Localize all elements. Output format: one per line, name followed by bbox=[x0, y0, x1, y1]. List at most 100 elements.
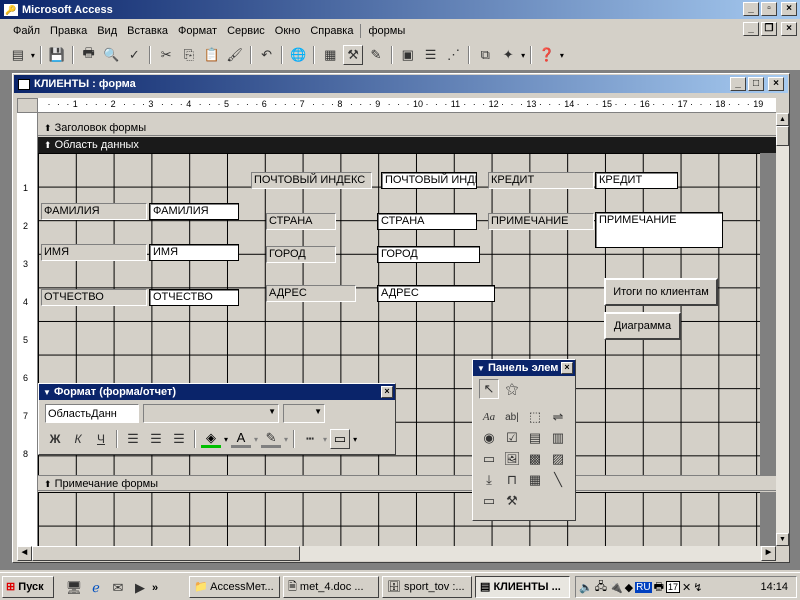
fill-color-icon[interactable]: ◈ bbox=[201, 430, 221, 448]
media-player-icon[interactable]: ▶ bbox=[130, 578, 150, 598]
scroll-right-button[interactable]: ▶ bbox=[761, 546, 776, 561]
tab-control-icon[interactable]: ⊓ bbox=[502, 470, 522, 490]
rectangle-tool-icon[interactable]: ▭ bbox=[479, 491, 499, 511]
patronymic-field[interactable]: ОТЧЕСТВО bbox=[149, 289, 239, 306]
hscroll-thumb[interactable] bbox=[32, 546, 300, 561]
toolbox-close-button[interactable]: × bbox=[561, 362, 573, 374]
command-button-icon[interactable]: ▭ bbox=[479, 449, 499, 469]
text-box-tool-icon[interactable]: ab| bbox=[502, 407, 522, 427]
task-klienty[interactable]: ▤ КЛИЕНТЫ ... bbox=[475, 576, 570, 598]
surname-field[interactable]: ФАМИЛИЯ bbox=[149, 203, 239, 220]
font-color-icon[interactable]: A bbox=[231, 430, 252, 448]
address-field[interactable]: АДРЕС bbox=[377, 285, 495, 302]
form-minimize-button[interactable]: _ bbox=[730, 77, 746, 91]
task-accessmet[interactable]: 📁 AccessМет... bbox=[189, 576, 280, 598]
doc-minimize-button[interactable]: _ bbox=[743, 22, 759, 36]
label-tool-icon[interactable]: Aa bbox=[479, 407, 499, 427]
field-list-icon[interactable]: ▦ bbox=[320, 45, 340, 65]
option-group-icon[interactable]: ⬚ bbox=[525, 407, 545, 427]
horizontal-scrollbar[interactable]: ◀ ▶ bbox=[17, 546, 776, 561]
print-icon[interactable]: 🖶 bbox=[79, 45, 99, 65]
control-wizards-icon[interactable]: ⚝ bbox=[502, 379, 522, 399]
connection-icon[interactable]: 🔌 bbox=[609, 581, 623, 594]
menu-format[interactable]: Формат bbox=[173, 21, 222, 41]
doc-close-button[interactable]: × bbox=[781, 22, 797, 36]
credit-label[interactable]: КРЕДИТ bbox=[488, 172, 594, 189]
menu-help[interactable]: Справка bbox=[305, 21, 358, 41]
image-icon[interactable]: 🖼 bbox=[502, 449, 522, 469]
task-sport-tov[interactable]: 🗄 sport_tov :... bbox=[382, 576, 472, 598]
name-label[interactable]: ИМЯ bbox=[41, 244, 147, 261]
tray-tools-icon[interactable]: ✕ bbox=[682, 581, 691, 594]
insert-hyperlink-icon[interactable]: 🌐 bbox=[288, 45, 308, 65]
note-label[interactable]: ПРИМЕЧАНИЕ bbox=[488, 213, 594, 230]
country-label[interactable]: СТРАНА bbox=[266, 213, 336, 230]
align-right-icon[interactable]: ☰ bbox=[169, 429, 189, 449]
properties-icon[interactable]: ☰ bbox=[421, 45, 441, 65]
form-header-band[interactable]: ⬆ Заголовок формы bbox=[38, 120, 776, 136]
unbound-object-frame-icon[interactable]: ▩ bbox=[525, 449, 545, 469]
line-tool-icon[interactable]: ╲ bbox=[548, 470, 568, 490]
credit-field[interactable]: КРЕДИТ bbox=[595, 172, 678, 189]
app-minimize-button[interactable]: _ bbox=[743, 2, 759, 16]
font-name-select[interactable]: ▼ bbox=[143, 404, 279, 423]
start-button[interactable]: ⊞ Пуск bbox=[2, 576, 54, 598]
object-select[interactable]: ОбластьДанн bbox=[45, 404, 139, 423]
special-effect-icon[interactable]: ▭ bbox=[330, 429, 351, 449]
menu-edit[interactable]: Правка bbox=[45, 21, 92, 41]
tray-printer-icon[interactable]: 🖶 bbox=[654, 578, 664, 597]
surname-label[interactable]: ФАМИЛИЯ bbox=[41, 203, 147, 220]
scroll-left-button[interactable]: ◀ bbox=[17, 546, 32, 561]
footer-section-grid[interactable] bbox=[38, 492, 760, 546]
menu-insert[interactable]: Вставка bbox=[122, 21, 173, 41]
save-icon[interactable]: 💾 bbox=[47, 45, 67, 65]
subform-icon[interactable]: ▦ bbox=[525, 470, 545, 490]
menu-window[interactable]: Окно bbox=[270, 21, 306, 41]
detail-band[interactable]: ⬆ Область данных bbox=[38, 137, 776, 153]
city-label[interactable]: ГОРОД bbox=[266, 246, 336, 263]
vertical-scrollbar[interactable]: ▲ ▼ bbox=[776, 113, 789, 546]
line-width-icon[interactable]: ┅ bbox=[300, 429, 320, 449]
bound-object-frame-icon[interactable]: ▨ bbox=[548, 449, 568, 469]
print-preview-icon[interactable]: 🔍 bbox=[102, 45, 122, 65]
address-label[interactable]: АДРЕС bbox=[266, 285, 356, 302]
help-icon[interactable]: ❓ bbox=[537, 45, 557, 65]
paste-icon[interactable]: 📋 bbox=[202, 45, 222, 65]
italic-button[interactable]: К bbox=[68, 429, 88, 449]
list-box-icon[interactable]: ▥ bbox=[548, 428, 568, 448]
task-met4-doc[interactable]: 🗎 met_4.doc ... bbox=[283, 576, 379, 598]
toggle-button-icon[interactable]: ⇌ bbox=[548, 407, 568, 427]
option-button-icon[interactable]: ◉ bbox=[479, 428, 499, 448]
align-center-icon[interactable]: ☰ bbox=[146, 429, 166, 449]
font-size-select[interactable]: ▼ bbox=[283, 404, 325, 423]
app-close-button[interactable]: × bbox=[781, 2, 797, 16]
autoformat-icon[interactable]: ✎ bbox=[366, 45, 386, 65]
form-view-icon[interactable]: ▤ bbox=[8, 45, 28, 65]
volume-icon[interactable]: 🔈 bbox=[579, 581, 593, 594]
more-controls-icon[interactable]: ⚒ bbox=[502, 491, 522, 511]
bold-button[interactable]: Ж bbox=[45, 429, 65, 449]
scroll-down-button[interactable]: ▼ bbox=[776, 533, 789, 546]
totals-by-clients-button[interactable]: Итоги по клиентам bbox=[604, 278, 718, 306]
postal-code-field[interactable]: ПОЧТОВЫЙ ИНДЕКС bbox=[381, 172, 477, 189]
scroll-up-button[interactable]: ▲ bbox=[776, 113, 789, 126]
network-icon[interactable]: 🖧 bbox=[595, 578, 607, 597]
patronymic-label[interactable]: ОТЧЕСТВО bbox=[41, 289, 147, 306]
undo-icon[interactable]: ↶ bbox=[257, 45, 277, 65]
select-objects-icon[interactable]: ↖ bbox=[479, 379, 499, 399]
tray-app-icon[interactable]: ◆ bbox=[625, 581, 633, 594]
format-palette-close-button[interactable]: × bbox=[381, 386, 393, 398]
form-close-button[interactable]: × bbox=[768, 77, 784, 91]
outlook-icon[interactable]: ✉ bbox=[108, 578, 128, 598]
scroll-thumb[interactable] bbox=[776, 126, 789, 146]
city-field[interactable]: ГОРОД bbox=[377, 246, 480, 263]
country-field[interactable]: СТРАНА bbox=[377, 213, 477, 230]
combo-box-icon[interactable]: ▤ bbox=[525, 428, 545, 448]
doc-restore-button[interactable]: ❐ bbox=[761, 22, 777, 36]
line-color-icon[interactable]: ✎ bbox=[261, 430, 282, 448]
show-desktop-icon[interactable]: 🖥 bbox=[64, 578, 84, 598]
note-field[interactable]: ПРИМЕЧАНИЕ bbox=[595, 212, 723, 248]
menu-file[interactable]: Файл bbox=[8, 21, 45, 41]
cut-icon[interactable]: ✂ bbox=[156, 45, 176, 65]
tray-sync-icon[interactable]: ↯ bbox=[693, 581, 702, 594]
